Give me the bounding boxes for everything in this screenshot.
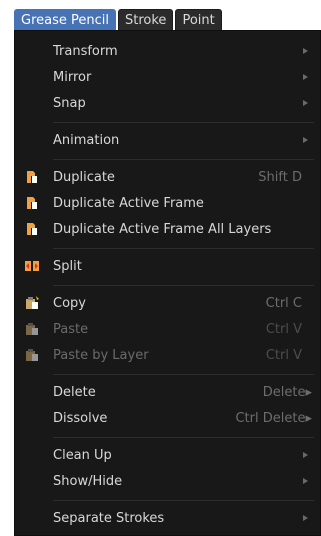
paste-by-layer-shortcut: Ctrl V bbox=[265, 347, 302, 363]
menu-item-split[interactable]: Split bbox=[15, 254, 320, 278]
menu-item-copy[interactable]: Copy Ctrl C bbox=[15, 291, 320, 315]
transform-label: Transform bbox=[53, 43, 118, 59]
menu-item-clean-up[interactable]: Clean Up bbox=[15, 443, 320, 467]
dissolve-shortcut: Ctrl Delete▸ bbox=[235, 410, 312, 426]
copy-label: Copy bbox=[53, 295, 86, 311]
separator bbox=[53, 437, 314, 438]
grease-pencil-menu: Transform Mirror Snap Animation Duplicat… bbox=[14, 30, 321, 536]
animation-label: Animation bbox=[53, 132, 120, 148]
menu-item-snap[interactable]: Snap bbox=[15, 91, 320, 115]
separator bbox=[53, 374, 314, 375]
menu-item-mirror[interactable]: Mirror bbox=[15, 65, 320, 89]
submenu-arrow-icon bbox=[303, 100, 308, 106]
menu-item-duplicate-active-frame[interactable]: Duplicate Active Frame bbox=[15, 191, 320, 215]
delete-shortcut: Delete▸ bbox=[262, 384, 312, 400]
separate-strokes-label: Separate Strokes bbox=[53, 510, 165, 526]
tab-bar: Grease Pencil Stroke Point bbox=[14, 9, 222, 30]
separator bbox=[53, 500, 314, 501]
menu-item-transform[interactable]: Transform bbox=[15, 39, 320, 63]
tab-grease-pencil[interactable]: Grease Pencil bbox=[14, 9, 116, 30]
copy-icon bbox=[26, 296, 39, 309]
separator bbox=[53, 159, 314, 160]
menu-item-show-hide[interactable]: Show/Hide bbox=[15, 469, 320, 493]
paste-icon bbox=[26, 349, 38, 361]
submenu-arrow-icon bbox=[303, 74, 308, 80]
submenu-arrow-icon bbox=[303, 452, 308, 458]
dissolve-label: Dissolve bbox=[53, 410, 108, 426]
duplicate-icon bbox=[27, 171, 37, 183]
menu-item-animation[interactable]: Animation bbox=[15, 128, 320, 152]
duplicate-icon bbox=[27, 197, 37, 209]
tab-stroke[interactable]: Stroke bbox=[118, 9, 174, 30]
clean-up-label: Clean Up bbox=[53, 447, 112, 463]
duplicate-icon bbox=[27, 223, 37, 235]
duplicate-active-frame-label: Duplicate Active Frame bbox=[53, 195, 204, 211]
menu-item-duplicate[interactable]: Duplicate Shift D bbox=[15, 165, 320, 189]
snap-label: Snap bbox=[53, 95, 86, 111]
separator bbox=[53, 248, 314, 249]
duplicate-label: Duplicate bbox=[53, 169, 115, 185]
separator bbox=[53, 285, 314, 286]
menu-item-separate-strokes[interactable]: Separate Strokes bbox=[15, 506, 320, 530]
delete-label: Delete bbox=[53, 384, 96, 400]
show-hide-label: Show/Hide bbox=[53, 473, 123, 489]
tab-point[interactable]: Point bbox=[175, 9, 222, 30]
submenu-arrow-icon bbox=[303, 478, 308, 484]
copy-shortcut: Ctrl C bbox=[265, 295, 302, 311]
separator bbox=[53, 122, 314, 123]
split-label: Split bbox=[53, 258, 82, 274]
submenu-arrow-icon bbox=[303, 515, 308, 521]
paste-shortcut: Ctrl V bbox=[265, 321, 302, 337]
split-icon bbox=[25, 261, 39, 271]
paste-label: Paste bbox=[53, 321, 89, 337]
menu-item-dissolve[interactable]: Dissolve Ctrl Delete▸ bbox=[15, 406, 320, 430]
submenu-arrow-icon bbox=[303, 48, 308, 54]
menu-item-duplicate-active-frame-all-layers[interactable]: Duplicate Active Frame All Layers bbox=[15, 217, 320, 241]
mirror-label: Mirror bbox=[53, 69, 92, 85]
submenu-arrow-icon bbox=[303, 137, 308, 143]
paste-icon bbox=[26, 323, 38, 335]
menu-item-paste[interactable]: Paste Ctrl V bbox=[15, 317, 320, 341]
menu-item-paste-by-layer[interactable]: Paste by Layer Ctrl V bbox=[15, 343, 320, 367]
paste-by-layer-label: Paste by Layer bbox=[53, 347, 149, 363]
duplicate-active-frame-all-layers-label: Duplicate Active Frame All Layers bbox=[53, 221, 272, 237]
menu-item-delete[interactable]: Delete Delete▸ bbox=[15, 380, 320, 404]
duplicate-shortcut: Shift D bbox=[258, 169, 302, 185]
